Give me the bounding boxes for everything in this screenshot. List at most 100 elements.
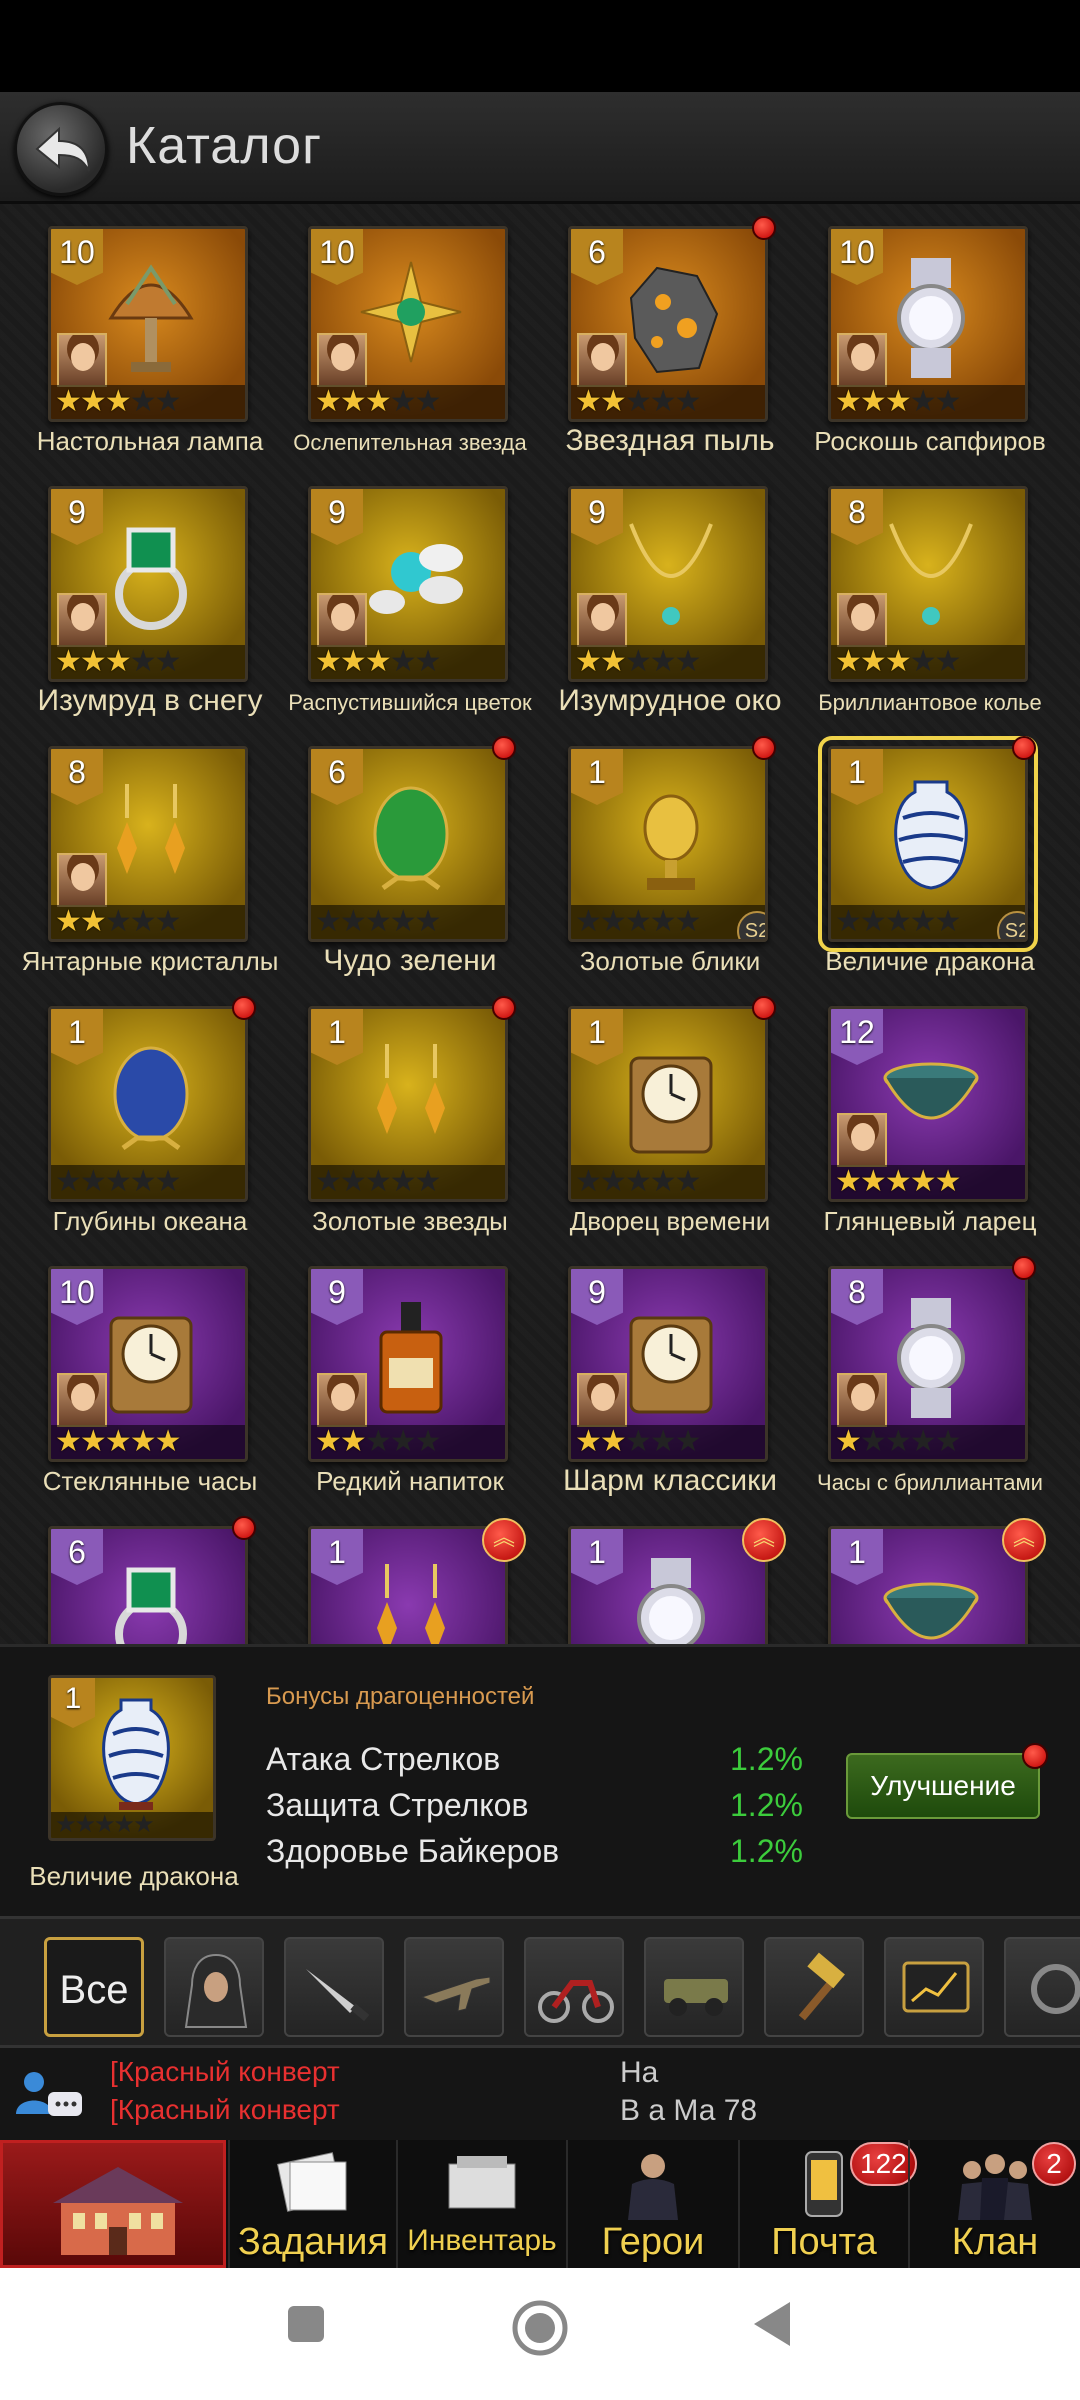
nav-heroes[interactable]: Герои — [566, 2140, 738, 2268]
earrings-icon — [377, 1564, 445, 1644]
catalog-item[interactable]: 6★★★★★ — [20, 1504, 280, 1644]
level-badge: 9 — [51, 489, 103, 545]
catalog-item[interactable]: 1 ★★★★★ Глубины океана — [20, 984, 280, 1244]
item-name: Бриллиантовое колье — [818, 690, 1042, 715]
owner-portrait — [317, 1373, 367, 1427]
catalog-item[interactable]: 12 ★★★★★ Глянцевый ларец — [800, 984, 1060, 1244]
ring-icon — [115, 1567, 187, 1644]
catalog-item[interactable]: 10 ★★★★★ Настольная лампа — [20, 204, 280, 464]
item-tile: 6 ★★★★★ — [568, 226, 768, 422]
bonus-value: 1.2% — [730, 1741, 803, 1777]
catalog-item[interactable]: 1★★★★★︽ — [800, 1504, 1060, 1644]
filter-tools[interactable] — [764, 1937, 864, 2037]
item-name: Часы с бриллиантами — [817, 1470, 1043, 1495]
catalog-item[interactable]: 9 ★★★★★ Распустившийся цветок — [280, 464, 540, 724]
rock-icon — [629, 266, 719, 374]
watch-icon — [897, 1298, 965, 1418]
catalog-item[interactable]: 10 ★★★★★ Роскошь сапфиров — [800, 204, 1060, 464]
level-badge: 1 — [571, 1009, 623, 1065]
nav-inventory[interactable]: Инвентарь — [396, 2140, 566, 2268]
upgrade-button[interactable]: Улучшение — [846, 1743, 1048, 1819]
filter-melee[interactable] — [284, 1937, 384, 2037]
gear-partial-icon — [1031, 1964, 1080, 2014]
catalog-item[interactable]: 6 ★★★★★ Звездная пыль — [540, 204, 800, 464]
item-tile: 10 ★★★★★ — [828, 226, 1028, 422]
item-tile: 1★★★★★ — [308, 1526, 508, 1644]
chat-message: На — [620, 2056, 659, 2089]
level-badge: 10 — [831, 229, 883, 285]
star-rating: ★★★★★ — [311, 1165, 505, 1199]
clan-icon — [958, 2154, 1032, 2220]
nav-label: Герои — [601, 2221, 705, 2263]
filter-guns[interactable] — [404, 1937, 504, 2037]
catalog-item[interactable]: 8 ★★★★★ Янтарные кристаллы — [20, 724, 280, 984]
level-badge: 6 — [51, 1529, 103, 1585]
star-rating: ★★★★★ — [311, 1425, 505, 1459]
nav-label: Клан — [951, 2221, 1039, 2263]
item-name: Редкий напиток — [316, 1466, 504, 1496]
filter-all[interactable]: Все — [44, 1937, 144, 2037]
owner-portrait — [57, 1373, 107, 1427]
back-button[interactable] — [14, 102, 108, 196]
catalog-item[interactable]: 9 ★★★★★ Изумруд в снегу — [20, 464, 280, 724]
catalog-item[interactable]: 10 ★★★★★ Ослепительная звезда — [280, 204, 540, 464]
filter-more[interactable] — [1004, 1937, 1080, 2037]
bonus-label: Защита Стрелков — [266, 1787, 529, 1823]
item-tile: 1★★★★★ — [828, 1526, 1028, 1644]
owner-portrait — [317, 333, 367, 387]
item-name: Шарм классики — [562, 1464, 778, 1497]
notification-dot — [752, 216, 776, 240]
star-rating: ★★★★★ — [311, 385, 505, 419]
notification-dot — [492, 996, 516, 1020]
item-name: Стеклянные часы — [42, 1466, 258, 1496]
clock-icon — [629, 1056, 713, 1154]
chat-bar[interactable]: [Красный конверт [Красный конверт На В а… — [0, 2048, 1080, 2140]
catalog-item[interactable]: 10 ★★★★★ Стеклянные часы — [20, 1244, 280, 1504]
inventory-icon — [448, 2156, 516, 2209]
catalog-item[interactable]: 1 ★★★★★ S2 Золотые блики — [540, 724, 800, 984]
nav-tasks[interactable]: Задания — [228, 2140, 396, 2268]
header: Каталог — [0, 92, 1080, 204]
selected-item-tile[interactable]: 1 ★★★★★ — [48, 1675, 216, 1841]
catalog-item[interactable]: 9 ★★★★★ Изумрудное око — [540, 464, 800, 724]
star-rating: ★★★★★ — [571, 905, 765, 939]
catalog-item[interactable]: 6 ★★★★★ Чудо зелени — [280, 724, 540, 984]
notification-dot — [1012, 736, 1036, 760]
earrings-icon — [377, 1044, 445, 1134]
catalog-item[interactable]: 1★★★★★︽ — [280, 1504, 540, 1644]
clock-icon — [109, 1316, 193, 1414]
catalog-item[interactable]: 9 ★★★★★ Редкий напиток — [280, 1244, 540, 1504]
clan-badge: 2 — [1032, 2142, 1076, 2186]
catalog-item[interactable]: 1★★★★★︽ — [540, 1504, 800, 1644]
star-rating: ★★★★★ — [831, 905, 1025, 939]
status-bar — [0, 0, 1080, 92]
filter-electronics[interactable] — [884, 1937, 984, 2037]
item-tile: 10 ★★★★★ — [48, 1266, 248, 1462]
recents-button[interactable] — [286, 2304, 326, 2344]
home-button[interactable] — [510, 2298, 570, 2358]
bonus-row: Здоровье Байкеров 1.2% — [266, 1833, 826, 1870]
catalog-item[interactable]: 1 ★★★★★ S2 Величие дракона — [800, 724, 1060, 984]
item-tile: 9 ★★★★★ — [568, 486, 768, 682]
catalog-item[interactable]: 8 ★★★★★ Часы с бриллиантами — [800, 1244, 1060, 1504]
filter-bikes[interactable] — [524, 1937, 624, 2037]
item-name: Глянцевый ларец — [823, 1206, 1037, 1236]
catalog-item[interactable]: 1 ★★★★★ Золотые звезды — [280, 984, 540, 1244]
filter-characters[interactable] — [164, 1937, 264, 2037]
catalog-item[interactable]: 1 ★★★★★ Дворец времени — [540, 984, 800, 1244]
nav-clan[interactable]: 2 Клан — [908, 2140, 1080, 2268]
nav-mail[interactable]: 122 Почта — [738, 2140, 917, 2268]
catalog-item[interactable]: 9 ★★★★★ Шарм классики — [540, 1244, 800, 1504]
filter-vehicles[interactable] — [644, 1937, 744, 2037]
item-name: Золотые блики — [579, 946, 761, 976]
nav-home[interactable] — [0, 2140, 226, 2268]
tablet-icon — [902, 1961, 970, 2013]
catalog-item[interactable]: 8 ★★★★★ Бриллиантовое колье — [800, 464, 1060, 724]
mansion-icon — [53, 2167, 183, 2255]
vase-icon — [102, 1698, 170, 1810]
necklace-icon — [629, 523, 713, 625]
item-tile: 1★★★★★ — [308, 1006, 508, 1202]
bonus-value: 1.2% — [730, 1833, 803, 1869]
back-nav-button[interactable] — [752, 2300, 792, 2348]
notification-dot — [1012, 1256, 1036, 1280]
